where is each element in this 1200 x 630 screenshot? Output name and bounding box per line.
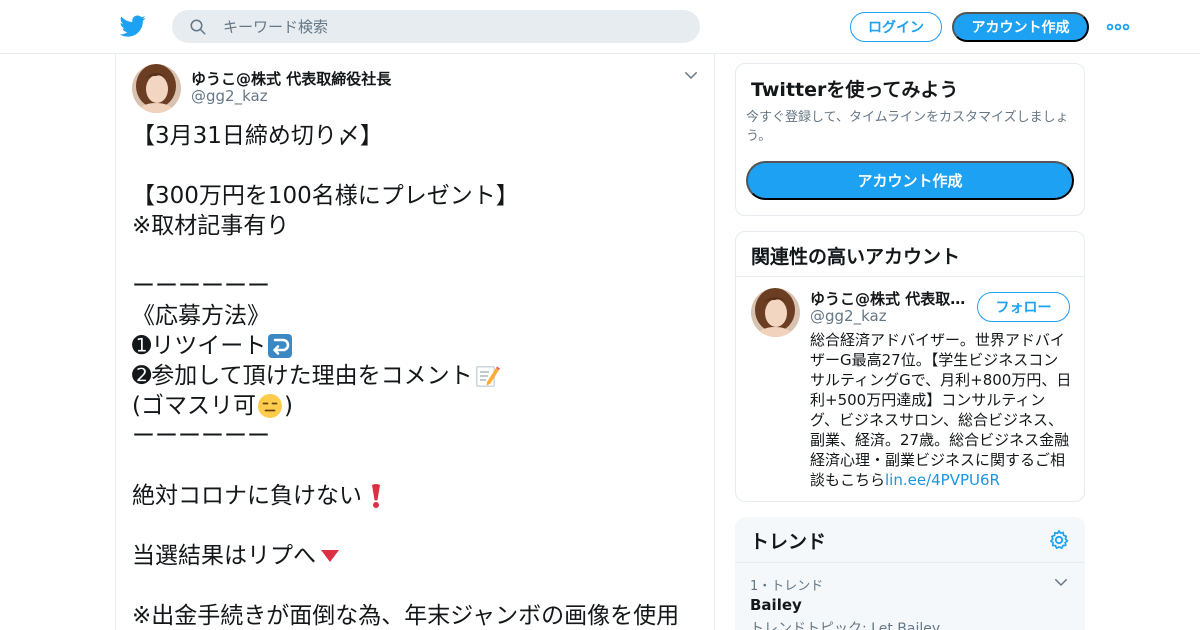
tweet-line: ーーーーーー	[132, 273, 270, 299]
signup-button[interactable]: アカウント作成	[952, 12, 1089, 42]
twitter-bird-icon[interactable]	[120, 13, 146, 39]
tweet-line-text: )	[283, 393, 293, 419]
tweet-line: 【300万円を100名様にプレゼント】	[132, 183, 519, 209]
return-arrow-emoji-icon	[268, 334, 293, 358]
expressionless-face-emoji-icon	[257, 394, 282, 418]
signup-card-title: Twitterを使ってみよう	[751, 79, 959, 101]
tweet-line: ※出金手続きが面倒な為、年末ジャンボの画像を使用	[132, 603, 680, 629]
tweet-author-handle[interactable]: @gg2_kaz	[191, 87, 268, 105]
login-button[interactable]: ログイン	[850, 12, 942, 42]
trend-topic: トレンドトピック: Let Bailey	[750, 621, 941, 630]
tweet-line	[132, 241, 702, 271]
tweet-line: ※取材記事有り	[132, 213, 290, 239]
trend-name[interactable]: Bailey	[750, 596, 802, 614]
search-icon	[190, 19, 206, 34]
top-navigation-bar: ログイン アカウント作成	[0, 0, 1200, 54]
tweet-line	[132, 571, 702, 601]
tweet-line-text: 当選結果はリプへ	[132, 543, 316, 569]
search-bar[interactable]	[172, 10, 700, 43]
trends-title: トレンド	[750, 531, 827, 553]
avatar[interactable]	[132, 64, 181, 113]
tweet-line-text: 絶対コロナに負けない	[132, 483, 362, 509]
tweet-author-name[interactable]: ゆうこ@株式 代表取締役社長	[191, 68, 391, 89]
tweet-line: 《応募方法》	[132, 303, 270, 329]
related-accounts-card: 関連性の高いアカウント ゆうこ@株式 代表取締役社長 @gg2_kaz フォロー…	[735, 231, 1085, 502]
related-account-name[interactable]: ゆうこ@株式 代表取締役社長	[810, 288, 970, 309]
tweet-line-text: (ゴマスリ可	[132, 393, 256, 419]
tweet-line: ーーーーーー	[132, 423, 270, 449]
tweet-line: 絶対コロナに負けない	[132, 481, 702, 511]
signup-card: Twitterを使ってみよう 今すぐ登録して、タイムラインをカスタマイズしましょ…	[735, 63, 1085, 216]
related-account-bio-text: 総合経済アドバイザー。世界アドバイザーG最高27位。【学生ビジネスコンサルティン…	[810, 331, 1072, 489]
related-accounts-title: 関連性の高いアカウント	[751, 246, 961, 268]
tweet-card: ゆうこ@株式 代表取締役社長 @gg2_kaz 【3月31日締め切り〆】 【30…	[115, 54, 715, 630]
signup-card-button[interactable]: アカウント作成	[746, 161, 1074, 200]
avatar[interactable]	[751, 288, 800, 337]
tweet-text: 【3月31日締め切り〆】 【300万円を100名様にプレゼント】 ※取材記事有り…	[132, 121, 702, 630]
tweet-line: ➊リツイート	[132, 331, 702, 361]
tweet-line-text: ➋参加して頂けた理由をコメント	[132, 363, 473, 389]
tweet-line: ➋参加して頂けた理由をコメント	[132, 361, 702, 391]
tweet-line: 当選結果はリプへ	[132, 541, 702, 571]
signup-card-description: 今すぐ登録して、タイムラインをカスタマイズしましょう。	[746, 110, 1069, 144]
related-account-handle[interactable]: @gg2_kaz	[810, 307, 887, 325]
bio-link[interactable]: lin.ee/4PVPU6R	[885, 471, 1000, 489]
related-account-bio: 総合経済アドバイザー。世界アドバイザーG最高27位。【学生ビジネスコンサルティン…	[810, 330, 1072, 490]
search-input[interactable]	[223, 17, 663, 36]
divider	[735, 562, 1085, 563]
chevron-down-icon[interactable]	[1052, 573, 1070, 591]
tweet-line: 【3月31日締め切り〆】	[132, 123, 383, 149]
heavy-exclamation-emoji-icon	[372, 484, 380, 508]
divider	[736, 276, 1084, 277]
tweet-line	[132, 151, 702, 181]
follow-button[interactable]: フォロー	[977, 292, 1070, 322]
red-triangle-down-emoji-icon	[321, 550, 339, 562]
tweet-line: (ゴマスリ可 )	[132, 391, 702, 421]
more-dots-icon[interactable]	[1106, 17, 1130, 37]
memo-pencil-emoji-icon	[475, 366, 500, 387]
tweet-line	[132, 451, 702, 481]
tweet-line	[132, 511, 702, 541]
trend-meta: 1・トレンド	[750, 579, 824, 594]
gear-icon[interactable]	[1048, 529, 1070, 551]
trends-card: トレンド 1・トレンド Bailey トレンドトピック: Let Bailey	[735, 517, 1085, 630]
tweet-line-text: ➊リツイート	[132, 333, 267, 359]
chevron-down-icon[interactable]	[682, 66, 700, 84]
